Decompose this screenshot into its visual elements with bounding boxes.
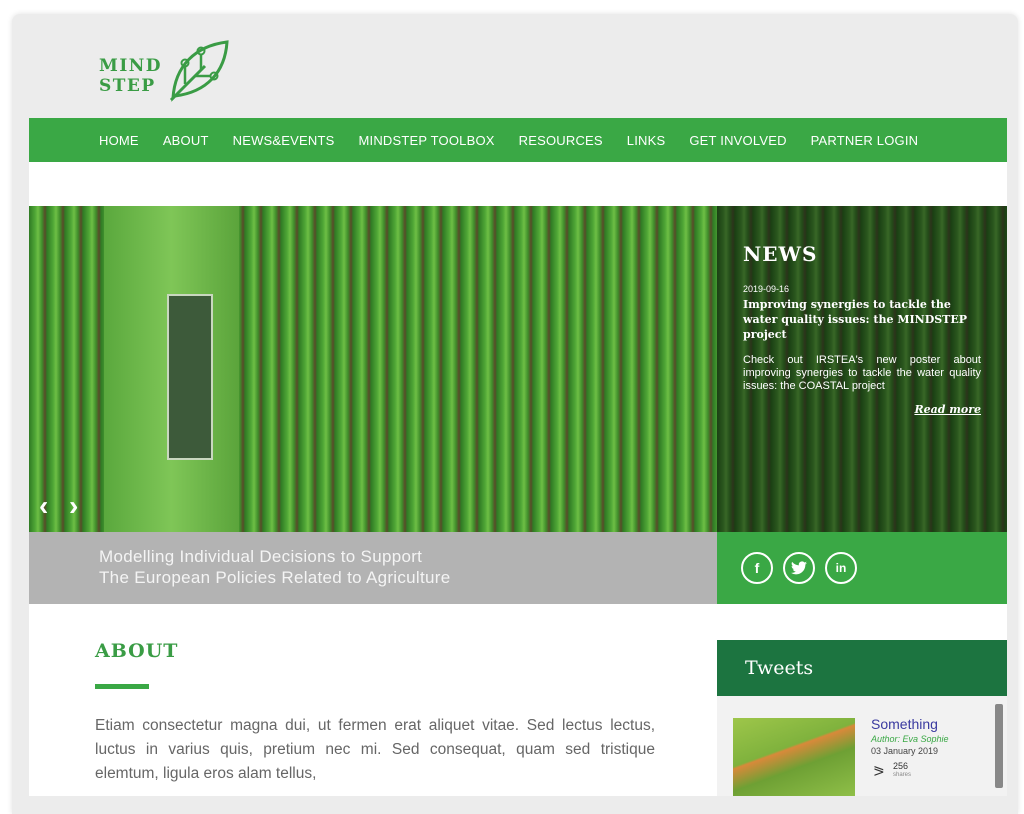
tagline: Modelling Individual Decisions to Suppor… — [99, 546, 451, 588]
nav-get-involved[interactable]: GET INVOLVED — [689, 133, 786, 148]
linkedin-icon[interactable]: in — [825, 552, 857, 584]
read-more-link[interactable]: Read more — [743, 403, 981, 416]
twitter-icon[interactable] — [783, 552, 815, 584]
share-count-label: shares — [893, 772, 912, 778]
tagline-line1: Modelling Individual Decisions to Suppor… — [99, 547, 423, 566]
tagline-bar: Modelling Individual Decisions to Suppor… — [29, 532, 717, 604]
nav-about[interactable]: ABOUT — [163, 133, 209, 148]
tagline-line2: The European Policies Related to Agricul… — [99, 568, 451, 587]
tweets-feed[interactable]: Something Author: Eva Sophie 03 January … — [717, 696, 1007, 796]
logo-text: MIND STEP — [99, 56, 162, 96]
news-body: Check out IRSTEA's new poster about impr… — [743, 354, 981, 392]
share-icon[interactable]: ⪖ — [873, 762, 885, 779]
social-bar: f in — [717, 532, 1007, 604]
nav-resources[interactable]: RESOURCES — [519, 133, 603, 148]
share-count-value: 256 — [893, 761, 909, 771]
nav-news-events[interactable]: NEWS&EVENTS — [233, 133, 335, 148]
news-content: NEWS 2019-09-16 Improving synergies to t… — [743, 242, 981, 416]
about-body: Etiam consectetur magna dui, ut fermen e… — [95, 717, 655, 782]
nav-mindstep-toolbox[interactable]: MINDSTEP TOOLBOX — [359, 133, 495, 148]
tweet-thumbnail[interactable] — [733, 718, 855, 796]
news-date: 2019-09-16 — [743, 284, 790, 294]
twitter-bird-icon — [791, 561, 807, 575]
about-title: ABOUT — [95, 640, 179, 662]
spacer-band — [29, 162, 1007, 206]
tweets-scrollbar[interactable] — [995, 704, 1003, 788]
chevron-right-icon[interactable]: › — [69, 490, 78, 522]
news-title[interactable]: Improving synergies to tackle the water … — [743, 297, 981, 342]
news-heading: NEWS — [743, 242, 818, 266]
logo-line2: STEP — [99, 76, 156, 96]
tweet-author: Author: Eva Sophie — [871, 734, 949, 744]
tweet-title[interactable]: Something — [871, 716, 938, 732]
facebook-icon[interactable]: f — [741, 552, 773, 584]
content-area: ABOUT Etiam consectetur magna dui, ut fe… — [29, 604, 1007, 796]
nav-partner-login[interactable]: PARTNER LOGIN — [811, 133, 919, 148]
hero-slider[interactable]: ‹ › — [29, 206, 717, 532]
page: MIND STEP HOME ABOUT NEWS&EVENTS MINDSTE… — [29, 14, 1007, 796]
nav-home[interactable]: HOME — [99, 133, 139, 148]
leaf-circuit-icon — [169, 40, 229, 102]
tweet-date: 03 January 2019 — [871, 746, 939, 756]
tweets-heading: Tweets — [717, 640, 1007, 696]
hero-greenhouse — [167, 294, 213, 460]
news-panel: NEWS 2019-09-16 Improving synergies to t… — [717, 206, 1007, 532]
logo[interactable]: MIND STEP — [99, 24, 249, 102]
about-underline — [95, 684, 149, 689]
nav-links[interactable]: LINKS — [627, 133, 666, 148]
chevron-left-icon[interactable]: ‹ — [39, 490, 48, 522]
logo-line1: MIND — [99, 56, 163, 76]
main-nav: HOME ABOUT NEWS&EVENTS MINDSTEP TOOLBOX … — [29, 118, 1007, 162]
share-count: 256 shares — [893, 762, 911, 780]
